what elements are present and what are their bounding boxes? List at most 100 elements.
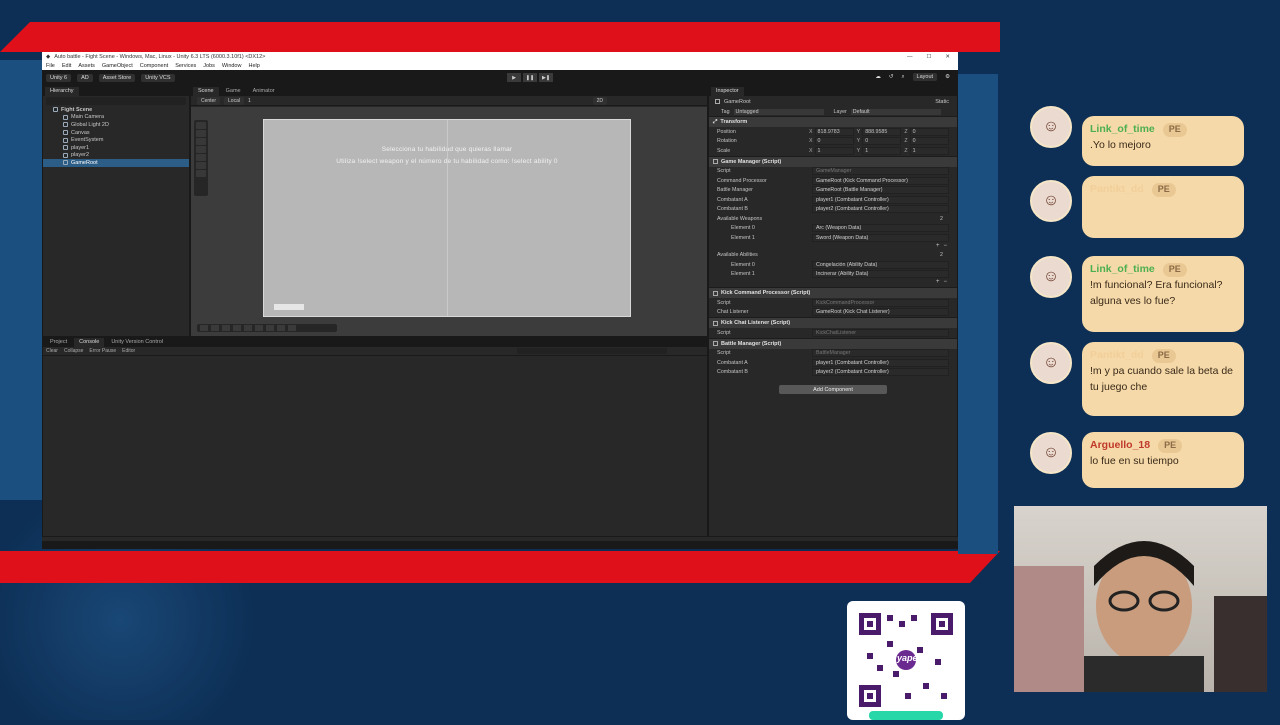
console-search-input[interactable] (517, 348, 667, 354)
tab-version-control[interactable]: Unity Version Control (106, 338, 168, 347)
add-component-button[interactable]: Add Component (779, 385, 887, 394)
hierarchy-item-player1[interactable]: player1 (43, 144, 189, 152)
search-icon[interactable]: ⌕ (901, 74, 904, 81)
scale-x-field[interactable]: 1 (814, 146, 854, 155)
tab-inspector[interactable]: Inspector (711, 87, 744, 96)
remove-icon[interactable]: − (943, 243, 947, 251)
asset-store-button[interactable]: Asset Store (98, 74, 136, 82)
space-dropdown[interactable]: Local (224, 96, 244, 105)
add-icon[interactable]: + (936, 279, 940, 287)
tab-hierarchy[interactable]: Hierarchy (45, 87, 79, 96)
menu-file[interactable]: File (46, 63, 55, 69)
ability-element-field[interactable]: Incinerar (Ability Data) (812, 270, 949, 279)
tab-animator[interactable]: Animator (248, 87, 280, 96)
grid-icon[interactable] (200, 325, 208, 331)
rotation-y-field[interactable]: 0 (862, 137, 902, 146)
camera-icon[interactable] (244, 325, 252, 331)
snap-icon[interactable] (211, 325, 219, 331)
object-name[interactable]: GameRoot (724, 99, 931, 105)
kick-chat-header[interactable]: Kick Chat Listener (Script) (709, 317, 957, 328)
minimize-button[interactable]: — (907, 54, 913, 60)
user-button[interactable]: AD (77, 74, 93, 82)
menu-help[interactable]: Help (248, 63, 259, 69)
menu-assets[interactable]: Assets (78, 63, 95, 69)
gizmo-icon[interactable] (277, 325, 285, 331)
position-y-field[interactable]: 888.9585 (862, 127, 902, 136)
move-tool-icon[interactable] (196, 130, 206, 137)
command-processor-field[interactable]: GameRoot (Kick Command Processor) (812, 176, 949, 185)
view-icon[interactable] (233, 325, 241, 331)
ability-element-field[interactable]: Congelación (Ability Data) (812, 260, 949, 269)
abilities-list-header[interactable]: Available Abilities 2 (709, 251, 957, 261)
layer-dropdown[interactable]: Default (850, 108, 941, 115)
snap-value[interactable]: 1 (248, 98, 251, 104)
weapon-element-field[interactable]: Sword (Weapon Data) (812, 233, 949, 242)
maximize-button[interactable]: ☐ (926, 54, 931, 60)
component-enabled-checkbox[interactable] (713, 290, 718, 296)
list-count[interactable]: 2 (940, 252, 943, 258)
scale-tool-icon[interactable] (196, 146, 206, 153)
weapons-list-header[interactable]: Available Weapons 2 (709, 214, 957, 224)
menu-jobs[interactable]: Jobs (203, 63, 215, 69)
history-icon[interactable]: ↺ (889, 74, 894, 80)
light-icon[interactable] (255, 325, 263, 331)
play-button[interactable]: ▶ (507, 73, 521, 82)
hierarchy-item-global-light[interactable]: Global Light 2D (43, 121, 189, 129)
remove-icon[interactable]: − (943, 279, 947, 287)
hierarchy-search-input[interactable] (46, 97, 186, 105)
hierarchy-item-eventsystem[interactable]: EventSystem (43, 136, 189, 144)
chat-listener-field[interactable]: GameRoot (Kick Chat Listener) (812, 308, 949, 317)
transform-header[interactable]: ⤢ Transform (709, 116, 957, 127)
weapon-element-field[interactable]: Arc (Weapon Data) (812, 224, 949, 233)
clear-button[interactable]: Clear (46, 348, 58, 354)
tab-scene[interactable]: Scene (193, 87, 219, 96)
rect-tool-icon[interactable] (196, 154, 206, 161)
fx-icon[interactable] (266, 325, 274, 331)
combatant-a-field[interactable]: player1 (Combatant Controller) (812, 195, 949, 204)
menu-edit[interactable]: Edit (62, 63, 71, 69)
hierarchy-item-main-camera[interactable]: Main Camera (43, 114, 189, 122)
rotate-tool-icon[interactable] (196, 138, 206, 145)
position-z-field[interactable]: 0 (909, 127, 950, 136)
hierarchy-scene-root[interactable]: Fight Scene (43, 106, 189, 114)
list-count[interactable]: 2 (940, 216, 943, 222)
step-button[interactable]: ▶❚ (539, 73, 553, 82)
component-enabled-checkbox[interactable] (713, 320, 718, 326)
account-button[interactable]: Unity 6 (46, 74, 72, 82)
active-checkbox[interactable] (715, 99, 720, 104)
layout-dropdown[interactable]: Layout (912, 73, 938, 81)
combatant-b-field[interactable]: player2 (Combatant Controller) (812, 205, 949, 214)
scale-z-field[interactable]: 1 (909, 146, 950, 155)
battle-manager-field[interactable]: GameRoot (Battle Manager) (812, 186, 949, 195)
combatant-a-field[interactable]: player1 (Combatant Controller) (812, 358, 949, 367)
hierarchy-item-canvas[interactable]: Canvas (43, 129, 189, 137)
custom-tool-icon[interactable] (196, 170, 206, 177)
rotation-z-field[interactable]: 0 (909, 137, 950, 146)
2d-toggle[interactable]: 2D (592, 96, 607, 105)
component-enabled-checkbox[interactable] (713, 159, 718, 164)
battle-manager-header[interactable]: Battle Manager (Script) (709, 337, 957, 349)
hierarchy-item-gameroot[interactable]: GameRoot (43, 159, 189, 167)
tag-dropdown[interactable]: Untagged (733, 108, 824, 115)
pause-button[interactable]: ❚❚ (523, 73, 537, 82)
tab-game[interactable]: Game (221, 87, 246, 96)
position-x-field[interactable]: 818.9783 (814, 127, 854, 136)
tab-console[interactable]: Console (74, 338, 105, 347)
component-enabled-checkbox[interactable] (713, 341, 718, 346)
collapse-button[interactable]: Collapse (64, 348, 83, 354)
close-button[interactable]: ✕ (945, 54, 950, 60)
increment-icon[interactable] (222, 325, 230, 331)
combatant-b-field[interactable]: player2 (Combatant Controller) (812, 368, 949, 377)
zoom-icon[interactable] (288, 325, 296, 331)
game-manager-header[interactable]: Game Manager (Script) (709, 155, 957, 167)
editor-dropdown[interactable]: Editor (122, 348, 135, 354)
scale-y-field[interactable]: 1 (862, 146, 902, 155)
vcs-button[interactable]: Unity VCS (141, 74, 175, 82)
scene-view[interactable]: Selecciona tu habilidad que quieras llam… (191, 107, 707, 336)
hierarchy-item-player2[interactable]: player2 (43, 152, 189, 160)
add-icon[interactable]: + (936, 243, 940, 251)
transform-tool-icon[interactable] (196, 162, 206, 169)
rotation-x-field[interactable]: 0 (814, 137, 854, 146)
menu-services[interactable]: Services (175, 63, 196, 69)
menu-window[interactable]: Window (222, 63, 242, 69)
